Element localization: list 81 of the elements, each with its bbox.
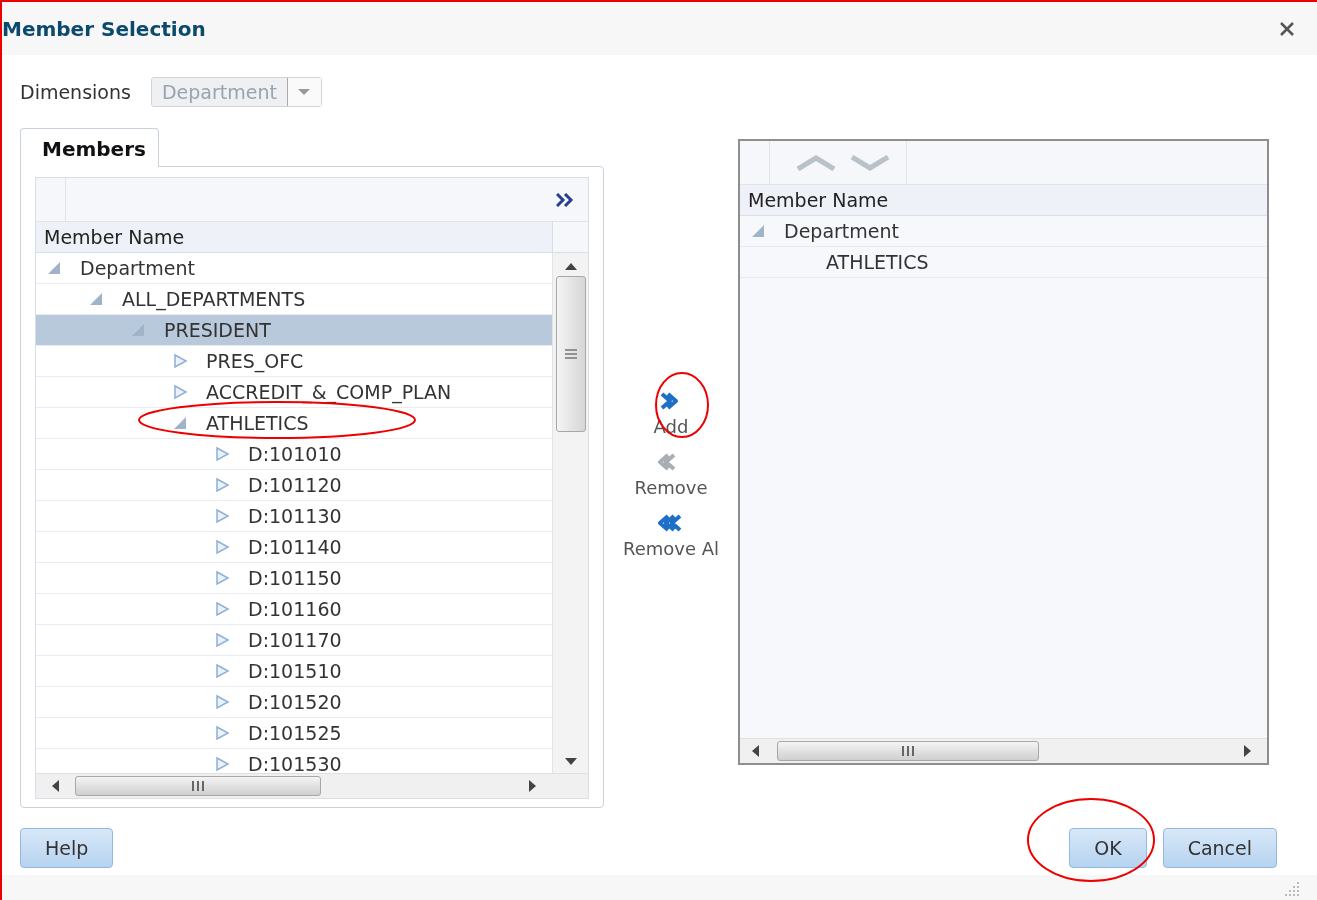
- collapse-triangle-icon[interactable]: [46, 260, 62, 276]
- expand-triangle-icon[interactable]: [214, 663, 230, 679]
- window-title: Member Selection: [2, 15, 206, 43]
- tree-label: ALL_DEPARTMENTS: [122, 286, 306, 313]
- grip-icon: [901, 746, 915, 756]
- tree-label: D:101160: [248, 596, 342, 622]
- move-down-icon[interactable]: [850, 154, 890, 171]
- scroll-left-icon[interactable]: [52, 780, 59, 792]
- collapse-triangle-icon[interactable]: [750, 223, 766, 239]
- tree-row[interactable]: Department: [36, 253, 552, 284]
- expand-icon[interactable]: [556, 192, 574, 207]
- tree-label: ATHLETICS: [826, 249, 929, 275]
- tree-row[interactable]: PRESIDENT: [36, 315, 552, 346]
- expand-triangle-icon[interactable]: [214, 570, 230, 586]
- scroll-right-icon[interactable]: [1244, 745, 1251, 757]
- tree-row[interactable]: D:101010: [36, 439, 552, 470]
- tree-row[interactable]: ATHLETICS: [740, 247, 1267, 278]
- tree-row[interactable]: PRES_OFC: [36, 346, 552, 377]
- tree-row[interactable]: ACCREDIT_&_COMP_PLAN: [36, 377, 552, 408]
- column-header[interactable]: Member Name: [36, 222, 552, 253]
- expand-triangle-icon[interactable]: [214, 756, 230, 772]
- move-up-icon[interactable]: [796, 154, 836, 171]
- tree-label: D:101520: [248, 689, 342, 715]
- tree-label: D:101525: [248, 720, 342, 746]
- expand-triangle-icon[interactable]: [214, 477, 230, 493]
- scroll-left-icon[interactable]: [752, 745, 759, 757]
- tree-label: D:101010: [248, 441, 342, 467]
- expand-triangle-icon[interactable]: [214, 725, 230, 741]
- scrollbar-thumb[interactable]: [777, 741, 1039, 761]
- tree-label: D:101150: [248, 565, 342, 591]
- collapse-triangle-icon[interactable]: [130, 322, 146, 338]
- tree-row[interactable]: D:101525: [36, 718, 552, 749]
- expand-triangle-icon[interactable]: [172, 384, 188, 400]
- scroll-down-icon[interactable]: [564, 758, 577, 765]
- tree-label: PRES_OFC: [206, 348, 304, 375]
- tree-row[interactable]: D:101170: [36, 625, 552, 656]
- scroll-up-icon[interactable]: [564, 263, 577, 270]
- tree-label: Department: [80, 255, 195, 281]
- tree-row[interactable]: D:101140: [36, 532, 552, 563]
- expand-triangle-icon[interactable]: [214, 694, 230, 710]
- tree-row[interactable]: Department: [740, 216, 1267, 247]
- tree-label: ACCREDIT_&_COMP_PLAN: [206, 379, 452, 406]
- remove-button[interactable]: Remove: [634, 452, 708, 501]
- tree-row[interactable]: D:101510: [36, 656, 552, 687]
- dialog-button[interactable]: Help: [20, 828, 114, 868]
- scroll-right-icon[interactable]: [529, 780, 536, 792]
- column-header[interactable]: Member Name: [740, 185, 1267, 216]
- tree-row[interactable]: D:101150: [36, 563, 552, 594]
- scrollbar-thumb[interactable]: [555, 276, 586, 432]
- tree-row[interactable]: ATHLETICS: [36, 408, 552, 439]
- grip-icon: [564, 349, 577, 359]
- expand-triangle-icon[interactable]: [172, 353, 188, 369]
- expand-triangle-icon[interactable]: [214, 508, 230, 524]
- grip-icon: [191, 781, 205, 791]
- expand-triangle-icon[interactable]: [214, 446, 230, 462]
- tree-label: D:101510: [248, 658, 342, 684]
- tree-label: ATHLETICS: [206, 410, 309, 436]
- tree-label: D:101530: [248, 751, 342, 773]
- tree-row[interactable]: D:101160: [36, 594, 552, 625]
- tree-label: D:101130: [248, 503, 342, 529]
- dimensions-label: Dimensions: [20, 79, 131, 105]
- collapse-triangle-icon[interactable]: [88, 291, 104, 307]
- remove-all-button[interactable]: Remove Al: [622, 513, 720, 562]
- close-icon[interactable]: [1279, 20, 1295, 37]
- expand-triangle-icon[interactable]: [214, 539, 230, 555]
- tree-label: Department: [784, 218, 899, 244]
- dialog-button[interactable]: OK: [1069, 828, 1147, 868]
- scrollbar-thumb[interactable]: [75, 776, 321, 796]
- tree-label: D:101120: [248, 472, 342, 498]
- tree-label: D:101170: [248, 627, 342, 653]
- tree-row[interactable]: D:101520: [36, 687, 552, 718]
- members-tab[interactable]: Members: [20, 128, 159, 167]
- tree-row[interactable]: D:101130: [36, 501, 552, 532]
- tree-label: PRESIDENT: [164, 317, 271, 343]
- dialog-button[interactable]: Cancel: [1162, 828, 1277, 868]
- caret-icon: [298, 89, 311, 95]
- tree-row[interactable]: D:101120: [36, 470, 552, 501]
- collapse-triangle-icon[interactable]: [172, 415, 188, 431]
- tree-label: D:101140: [248, 534, 342, 560]
- expand-triangle-icon[interactable]: [214, 632, 230, 648]
- expand-triangle-icon[interactable]: [214, 601, 230, 617]
